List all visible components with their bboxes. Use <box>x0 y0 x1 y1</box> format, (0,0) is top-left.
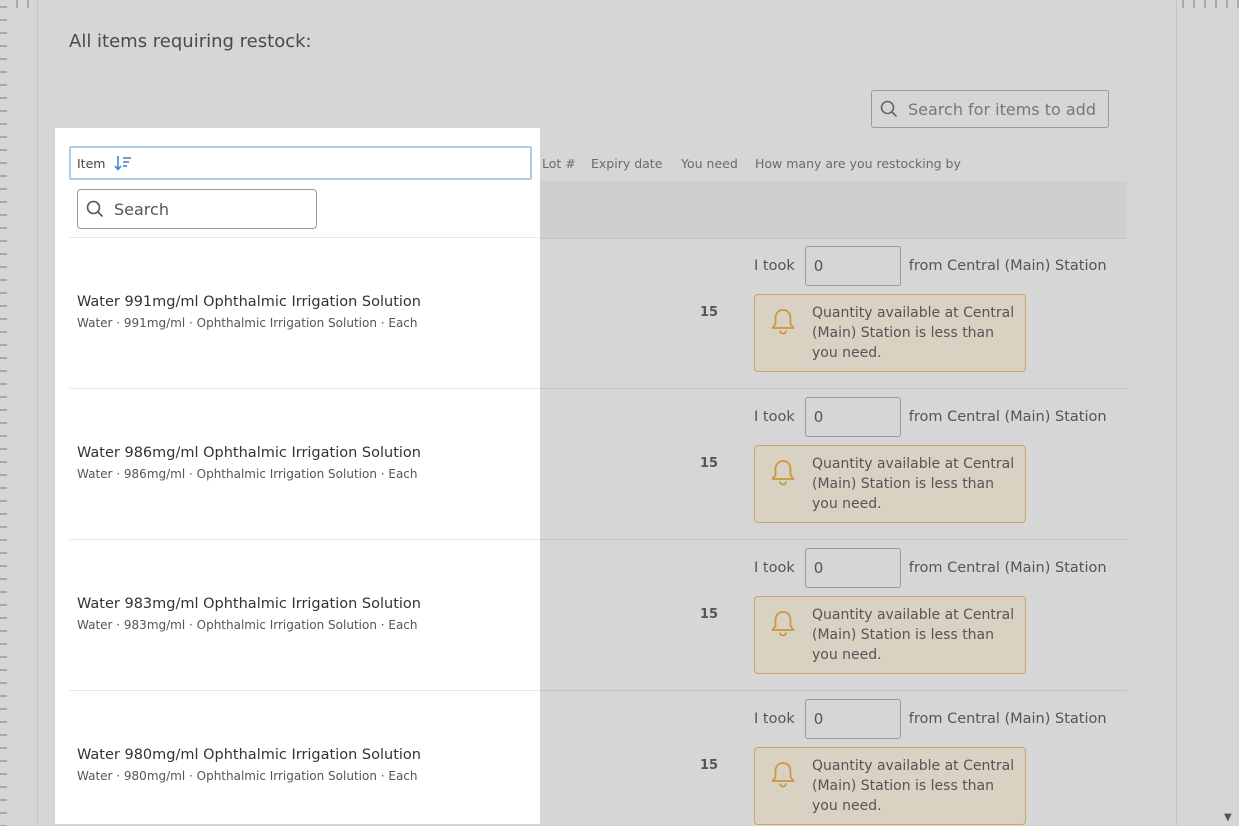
took-suffix: from Central (Main) Station <box>908 711 1107 727</box>
column-header-expiry[interactable]: Expiry date <box>591 156 662 171</box>
alert-message: Quantity available at Central (Main) Sta… <box>812 456 1015 512</box>
alert-message: Quantity available at Central (Main) Sta… <box>812 758 1015 814</box>
column-header-need[interactable]: You need <box>681 156 738 171</box>
item-search-input[interactable] <box>906 98 1100 120</box>
restock-quantity-input[interactable] <box>804 548 901 588</box>
restock-control: I took from Central (Main) Station <box>754 397 1107 437</box>
page-title: All items requiring restock: <box>69 31 312 52</box>
column-header-restock: How many are you restocking by <box>755 156 961 171</box>
restock-control: I took from Central (Main) Station <box>754 699 1107 739</box>
item-name: Water 986mg/ml Ophthalmic Irrigation Sol… <box>77 445 421 461</box>
need-quantity: 15 <box>700 758 719 773</box>
restock-quantity-input[interactable] <box>804 246 901 286</box>
sort-descending-icon[interactable] <box>114 155 132 171</box>
filter-row-band <box>540 181 1127 238</box>
row-divider <box>69 690 540 691</box>
column-header-lot[interactable]: Lot # <box>542 156 576 171</box>
item-filter-input[interactable] <box>112 198 316 220</box>
item-detail: Water · 983mg/ml · Ophthalmic Irrigation… <box>77 618 418 632</box>
low-stock-alert: Quantity available at Central (Main) Sta… <box>754 747 1026 825</box>
low-stock-alert: Quantity available at Central (Main) Sta… <box>754 445 1026 523</box>
row-divider <box>69 388 540 389</box>
low-stock-alert: Quantity available at Central (Main) Sta… <box>754 596 1026 674</box>
took-prefix: I took <box>754 409 795 425</box>
row-divider <box>540 539 1127 540</box>
search-icon <box>86 200 104 218</box>
item-detail: Water · 980mg/ml · Ophthalmic Irrigation… <box>77 769 418 783</box>
item-name: Water 983mg/ml Ophthalmic Irrigation Sol… <box>77 596 421 612</box>
need-quantity: 15 <box>700 607 719 622</box>
alert-message: Quantity available at Central (Main) Sta… <box>812 305 1015 361</box>
column-header-item[interactable]: Item <box>69 146 532 180</box>
took-prefix: I took <box>754 560 795 576</box>
restock-control: I took from Central (Main) Station <box>754 548 1107 588</box>
row-divider <box>540 690 1127 691</box>
need-quantity: 15 <box>700 305 719 320</box>
restock-quantity-input[interactable] <box>804 699 901 739</box>
item-header-label: Item <box>77 155 106 171</box>
took-suffix: from Central (Main) Station <box>908 409 1107 425</box>
low-stock-alert: Quantity available at Central (Main) Sta… <box>754 294 1026 372</box>
restock-control: I took from Central (Main) Station <box>754 246 1107 286</box>
need-quantity: 15 <box>700 456 719 471</box>
took-prefix: I took <box>754 258 795 274</box>
row-divider <box>69 539 540 540</box>
bell-icon <box>771 762 795 788</box>
took-suffix: from Central (Main) Station <box>908 560 1107 576</box>
row-divider <box>540 388 1127 389</box>
scroll-down-arrow[interactable]: ▼ <box>1224 812 1232 823</box>
took-suffix: from Central (Main) Station <box>908 258 1107 274</box>
row-divider <box>540 238 1127 239</box>
alert-message: Quantity available at Central (Main) Sta… <box>812 607 1015 663</box>
item-name: Water 980mg/ml Ophthalmic Irrigation Sol… <box>77 747 421 763</box>
item-search-box[interactable] <box>871 90 1109 128</box>
item-detail: Water · 986mg/ml · Ophthalmic Irrigation… <box>77 467 418 481</box>
torn-edge-left <box>0 0 7 826</box>
restock-quantity-input[interactable] <box>804 397 901 437</box>
bell-icon <box>771 460 795 486</box>
bell-icon <box>771 309 795 335</box>
item-name: Water 991mg/ml Ophthalmic Irrigation Sol… <box>77 294 421 310</box>
took-prefix: I took <box>754 711 795 727</box>
item-detail: Water · 991mg/ml · Ophthalmic Irrigation… <box>77 316 418 330</box>
item-filter-box[interactable] <box>77 189 317 229</box>
search-icon <box>880 100 898 118</box>
bell-icon <box>771 611 795 637</box>
row-divider <box>69 237 540 238</box>
